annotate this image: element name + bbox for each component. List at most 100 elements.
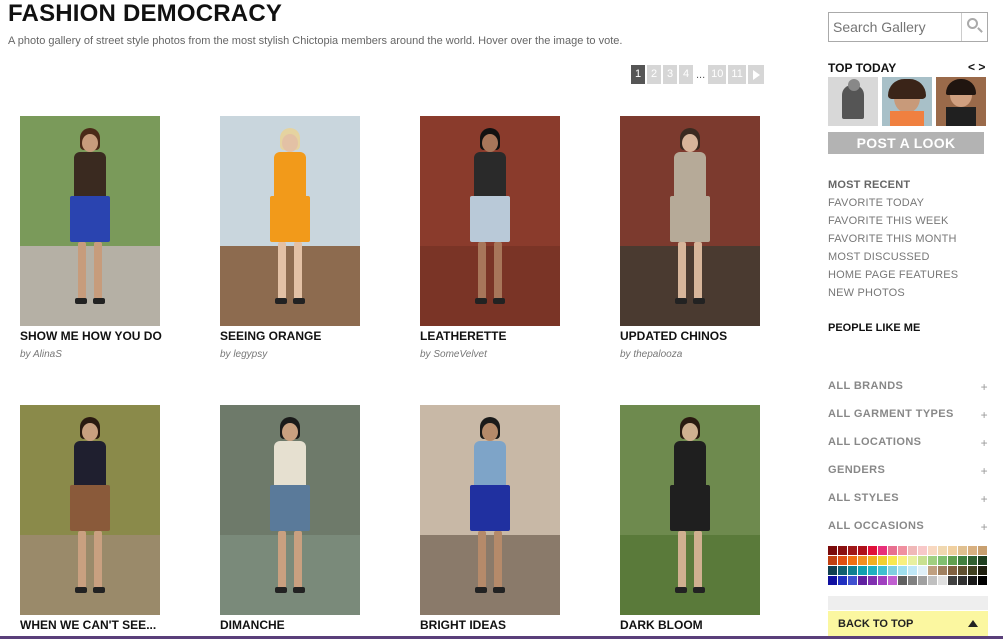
- gallery-photo[interactable]: [620, 116, 760, 326]
- color-swatch[interactable]: [848, 556, 857, 565]
- gallery-photo[interactable]: [220, 116, 360, 326]
- category-all-styles[interactable]: ALL STYLES +: [828, 492, 988, 520]
- gallery-photo[interactable]: [420, 405, 560, 615]
- search-button[interactable]: [961, 13, 987, 41]
- color-swatch[interactable]: [928, 556, 937, 565]
- color-swatch[interactable]: [908, 576, 917, 585]
- look-title[interactable]: UPDATED CHINOS: [620, 329, 780, 343]
- color-swatch[interactable]: [938, 546, 947, 555]
- category-all-garment-types[interactable]: ALL GARMENT TYPES +: [828, 408, 988, 436]
- color-swatch[interactable]: [848, 576, 857, 585]
- color-swatch[interactable]: [878, 566, 887, 575]
- look-title[interactable]: SEEING ORANGE: [220, 329, 380, 343]
- top-today-thumb[interactable]: [828, 77, 878, 126]
- color-swatch[interactable]: [928, 546, 937, 555]
- color-swatch[interactable]: [908, 556, 917, 565]
- color-swatch[interactable]: [918, 546, 927, 555]
- page-link-4[interactable]: 4: [679, 65, 693, 84]
- top-today-thumb[interactable]: [882, 77, 932, 126]
- search-input[interactable]: [829, 13, 961, 41]
- look-title[interactable]: DIMANCHE: [220, 618, 380, 632]
- look-author[interactable]: by SomeVelvet: [420, 349, 580, 360]
- color-swatch[interactable]: [898, 546, 907, 555]
- color-swatch[interactable]: [838, 566, 847, 575]
- color-swatch[interactable]: [828, 566, 837, 575]
- color-swatch[interactable]: [958, 566, 967, 575]
- color-swatch[interactable]: [938, 576, 947, 585]
- color-swatch[interactable]: [828, 546, 837, 555]
- color-swatch[interactable]: [858, 576, 867, 585]
- color-swatch[interactable]: [858, 546, 867, 555]
- look-author[interactable]: by thepalooza: [620, 349, 780, 360]
- color-swatch[interactable]: [888, 546, 897, 555]
- color-swatch[interactable]: [918, 566, 927, 575]
- color-swatch[interactable]: [958, 576, 967, 585]
- filter-favorite-today[interactable]: FAVORITE TODAY: [828, 196, 958, 214]
- color-swatch[interactable]: [898, 566, 907, 575]
- filter-most-discussed[interactable]: MOST DISCUSSED: [828, 250, 958, 268]
- color-swatch[interactable]: [918, 556, 927, 565]
- gallery-photo[interactable]: [20, 116, 160, 326]
- color-swatch[interactable]: [898, 556, 907, 565]
- color-swatch[interactable]: [938, 566, 947, 575]
- page-link-11[interactable]: 11: [728, 65, 746, 84]
- back-to-top-button[interactable]: BACK TO TOP: [828, 611, 988, 636]
- look-title[interactable]: BRIGHT IDEAS: [420, 618, 580, 632]
- color-swatch[interactable]: [868, 576, 877, 585]
- expand-plus-icon[interactable]: +: [981, 436, 988, 464]
- color-swatch[interactable]: [978, 576, 987, 585]
- page-link-2[interactable]: 2: [647, 65, 661, 84]
- color-swatch[interactable]: [978, 556, 987, 565]
- look-author[interactable]: by legypsy: [220, 349, 380, 360]
- color-swatch[interactable]: [848, 546, 857, 555]
- color-swatch[interactable]: [978, 546, 987, 555]
- color-swatch[interactable]: [888, 556, 897, 565]
- color-swatch[interactable]: [858, 566, 867, 575]
- top-today-nav-arrows[interactable]: < >: [968, 60, 985, 74]
- color-swatch[interactable]: [838, 576, 847, 585]
- color-swatch[interactable]: [868, 546, 877, 555]
- filter-new-photos[interactable]: NEW PHOTOS: [828, 286, 958, 304]
- filter-most-recent[interactable]: MOST RECENT: [828, 178, 958, 196]
- filter-favorite-this-week[interactable]: FAVORITE THIS WEEK: [828, 214, 958, 232]
- expand-plus-icon[interactable]: +: [981, 492, 988, 520]
- expand-plus-icon[interactable]: +: [981, 408, 988, 436]
- gallery-photo[interactable]: [20, 405, 160, 615]
- gallery-photo[interactable]: [420, 116, 560, 326]
- color-swatch[interactable]: [928, 566, 937, 575]
- color-swatch[interactable]: [868, 556, 877, 565]
- page-link-10[interactable]: 10: [708, 65, 727, 84]
- color-swatch[interactable]: [898, 576, 907, 585]
- color-swatch[interactable]: [958, 556, 967, 565]
- color-swatch[interactable]: [868, 566, 877, 575]
- look-title[interactable]: SHOW ME HOW YOU DO: [20, 329, 180, 343]
- category-genders[interactable]: GENDERS +: [828, 464, 988, 492]
- next-page-arrow-icon[interactable]: [747, 65, 764, 84]
- top-today-thumb[interactable]: [936, 77, 986, 126]
- post-a-look-button[interactable]: POST A LOOK: [828, 132, 984, 154]
- color-swatch[interactable]: [978, 566, 987, 575]
- look-title[interactable]: DARK BLOOM: [620, 618, 780, 632]
- color-swatch[interactable]: [838, 556, 847, 565]
- expand-plus-icon[interactable]: +: [981, 380, 988, 408]
- color-swatch[interactable]: [928, 576, 937, 585]
- category-all-brands[interactable]: ALL BRANDS +: [828, 380, 988, 408]
- category-all-occasions[interactable]: ALL OCCASIONS +: [828, 520, 988, 548]
- color-swatch[interactable]: [908, 566, 917, 575]
- filter-home-page-features[interactable]: HOME PAGE FEATURES: [828, 268, 958, 286]
- expand-plus-icon[interactable]: +: [981, 464, 988, 492]
- color-swatch[interactable]: [848, 566, 857, 575]
- look-title[interactable]: LEATHERETTE: [420, 329, 580, 343]
- gallery-photo[interactable]: [220, 405, 360, 615]
- people-like-me-link[interactable]: PEOPLE LIKE ME: [828, 322, 920, 334]
- color-swatch[interactable]: [888, 576, 897, 585]
- color-swatch[interactable]: [968, 566, 977, 575]
- color-swatch[interactable]: [968, 576, 977, 585]
- color-swatch[interactable]: [968, 546, 977, 555]
- color-swatch[interactable]: [838, 546, 847, 555]
- color-swatch[interactable]: [968, 556, 977, 565]
- color-swatch[interactable]: [878, 556, 887, 565]
- category-all-locations[interactable]: ALL LOCATIONS +: [828, 436, 988, 464]
- color-swatch[interactable]: [958, 546, 967, 555]
- color-swatch[interactable]: [918, 576, 927, 585]
